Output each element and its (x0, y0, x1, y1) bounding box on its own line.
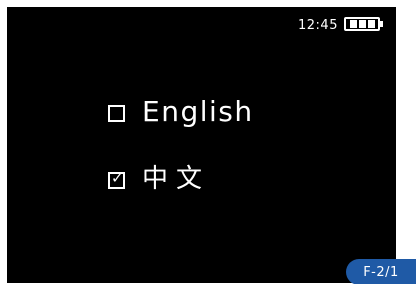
battery-bar (358, 20, 366, 28)
device-frame: 12:45 English ✓ 中文 F-2/1 (0, 0, 416, 284)
language-label: English (142, 95, 254, 128)
checkmark-icon: ✓ (111, 168, 124, 187)
page-indicator-badge: F-2/1 (346, 259, 416, 284)
battery-bar (349, 20, 357, 28)
battery-cap (380, 21, 383, 27)
language-option-chinese[interactable]: ✓ 中文 (108, 162, 210, 196)
display-screen: 12:45 English ✓ 中文 (7, 7, 396, 283)
battery-bar (367, 20, 375, 28)
language-label: 中文 (142, 164, 211, 194)
checked-checkbox-icon[interactable]: ✓ (108, 168, 125, 189)
language-option-english[interactable]: English (108, 95, 254, 129)
battery-full-icon (344, 17, 383, 31)
unchecked-checkbox-icon[interactable] (108, 104, 125, 122)
status-time: 12:45 (298, 18, 338, 33)
